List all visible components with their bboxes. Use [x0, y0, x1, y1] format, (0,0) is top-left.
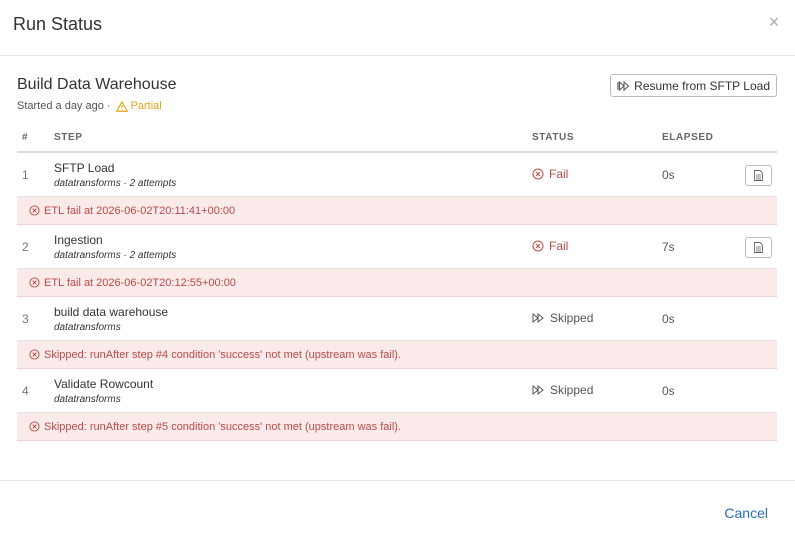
step-number: 3 — [22, 312, 29, 326]
status-badge: Fail — [532, 167, 568, 181]
table-row: 2 Ingestion datatransforms · 2 attempts … — [17, 225, 777, 269]
run-state-label: Partial — [130, 100, 162, 112]
header-step: STEP — [54, 132, 83, 143]
modal-footer: Cancel — [0, 480, 795, 540]
modal-title: Run Status — [13, 14, 103, 34]
step-error-message: ETL fail at 2026-06-02T20:11:41+00:00 — [17, 197, 777, 225]
modal-header: Run Status × — [0, 0, 795, 56]
step-number: 1 — [22, 168, 29, 182]
step-details: datatransforms — [54, 394, 121, 405]
step-details: datatransforms · 2 attempts — [54, 250, 177, 261]
warning-icon — [115, 100, 128, 112]
resume-label: Resume from SFTP Load — [634, 78, 770, 93]
step-name: Ingestion — [54, 233, 103, 247]
step-number: 2 — [22, 240, 29, 254]
header-status: STATUS — [532, 132, 575, 143]
document-icon — [754, 242, 763, 253]
error-text: ETL fail at 2026-06-02T20:12:55+00:00 — [44, 276, 236, 289]
step-name: Validate Rowcount — [54, 377, 154, 391]
table-row: 3 build data warehouse datatransforms Sk… — [17, 297, 777, 341]
step-details: datatransforms · 2 attempts — [54, 178, 177, 189]
step-error-message: ETL fail at 2026-06-02T20:12:55+00:00 — [17, 269, 777, 297]
step-error-message: Skipped: runAfter step #5 condition 'suc… — [17, 413, 777, 441]
close-icon[interactable]: × — [767, 13, 781, 31]
status-badge: Skipped — [532, 311, 593, 325]
table-header: # STEP STATUS ELAPSED — [17, 129, 777, 153]
table-row: 1 SFTP Load datatransforms · 2 attempts … — [17, 153, 777, 197]
resume-button[interactable]: Resume from SFTP Load — [610, 74, 777, 97]
error-text: Skipped: runAfter step #5 condition 'suc… — [44, 420, 401, 433]
fast-forward-icon — [532, 313, 544, 323]
table-row: 4 Validate Rowcount datatransforms Skipp… — [17, 369, 777, 413]
step-name: build data warehouse — [54, 305, 169, 319]
elapsed-time: 0s — [662, 312, 675, 326]
elapsed-time: 0s — [662, 384, 675, 398]
header-elapsed: ELAPSED — [662, 132, 714, 143]
step-name: SFTP Load — [54, 161, 115, 175]
cancel-button[interactable]: Cancel — [724, 505, 768, 521]
run-started: Started a day ago · — [17, 100, 111, 112]
x-circle-icon — [29, 349, 40, 360]
status-label: Fail — [549, 239, 569, 253]
error-text: Skipped: runAfter step #4 condition 'suc… — [44, 348, 401, 361]
header-num: # — [22, 132, 29, 143]
fast-forward-icon — [532, 385, 544, 395]
resume-icon — [617, 80, 630, 91]
step-error-message: Skipped: runAfter step #4 condition 'suc… — [17, 341, 777, 369]
step-number: 4 — [22, 384, 29, 398]
status-badge: Fail — [532, 239, 568, 253]
status-badge: Skipped — [532, 383, 593, 397]
steps-table: # STEP STATUS ELAPSED 1 SFTP Load datatr… — [17, 129, 777, 441]
elapsed-time: 7s — [662, 240, 675, 254]
status-label: Skipped — [550, 311, 594, 325]
run-state-badge: Partial — [115, 100, 162, 112]
run-name: Build Data Warehouse — [17, 76, 177, 93]
x-circle-icon — [532, 240, 544, 252]
x-circle-icon — [29, 205, 40, 216]
x-circle-icon — [29, 421, 40, 432]
x-circle-icon — [532, 168, 544, 180]
status-label: Skipped — [550, 383, 594, 397]
error-text: ETL fail at 2026-06-02T20:11:41+00:00 — [44, 204, 236, 217]
document-icon — [754, 170, 763, 181]
run-meta: Started a day ago · Partial — [17, 100, 162, 112]
step-details: datatransforms — [54, 322, 121, 333]
x-circle-icon — [29, 277, 40, 288]
view-log-button[interactable] — [745, 165, 772, 186]
status-label: Fail — [549, 167, 569, 181]
elapsed-time: 0s — [662, 168, 675, 182]
view-log-button[interactable] — [745, 237, 772, 258]
